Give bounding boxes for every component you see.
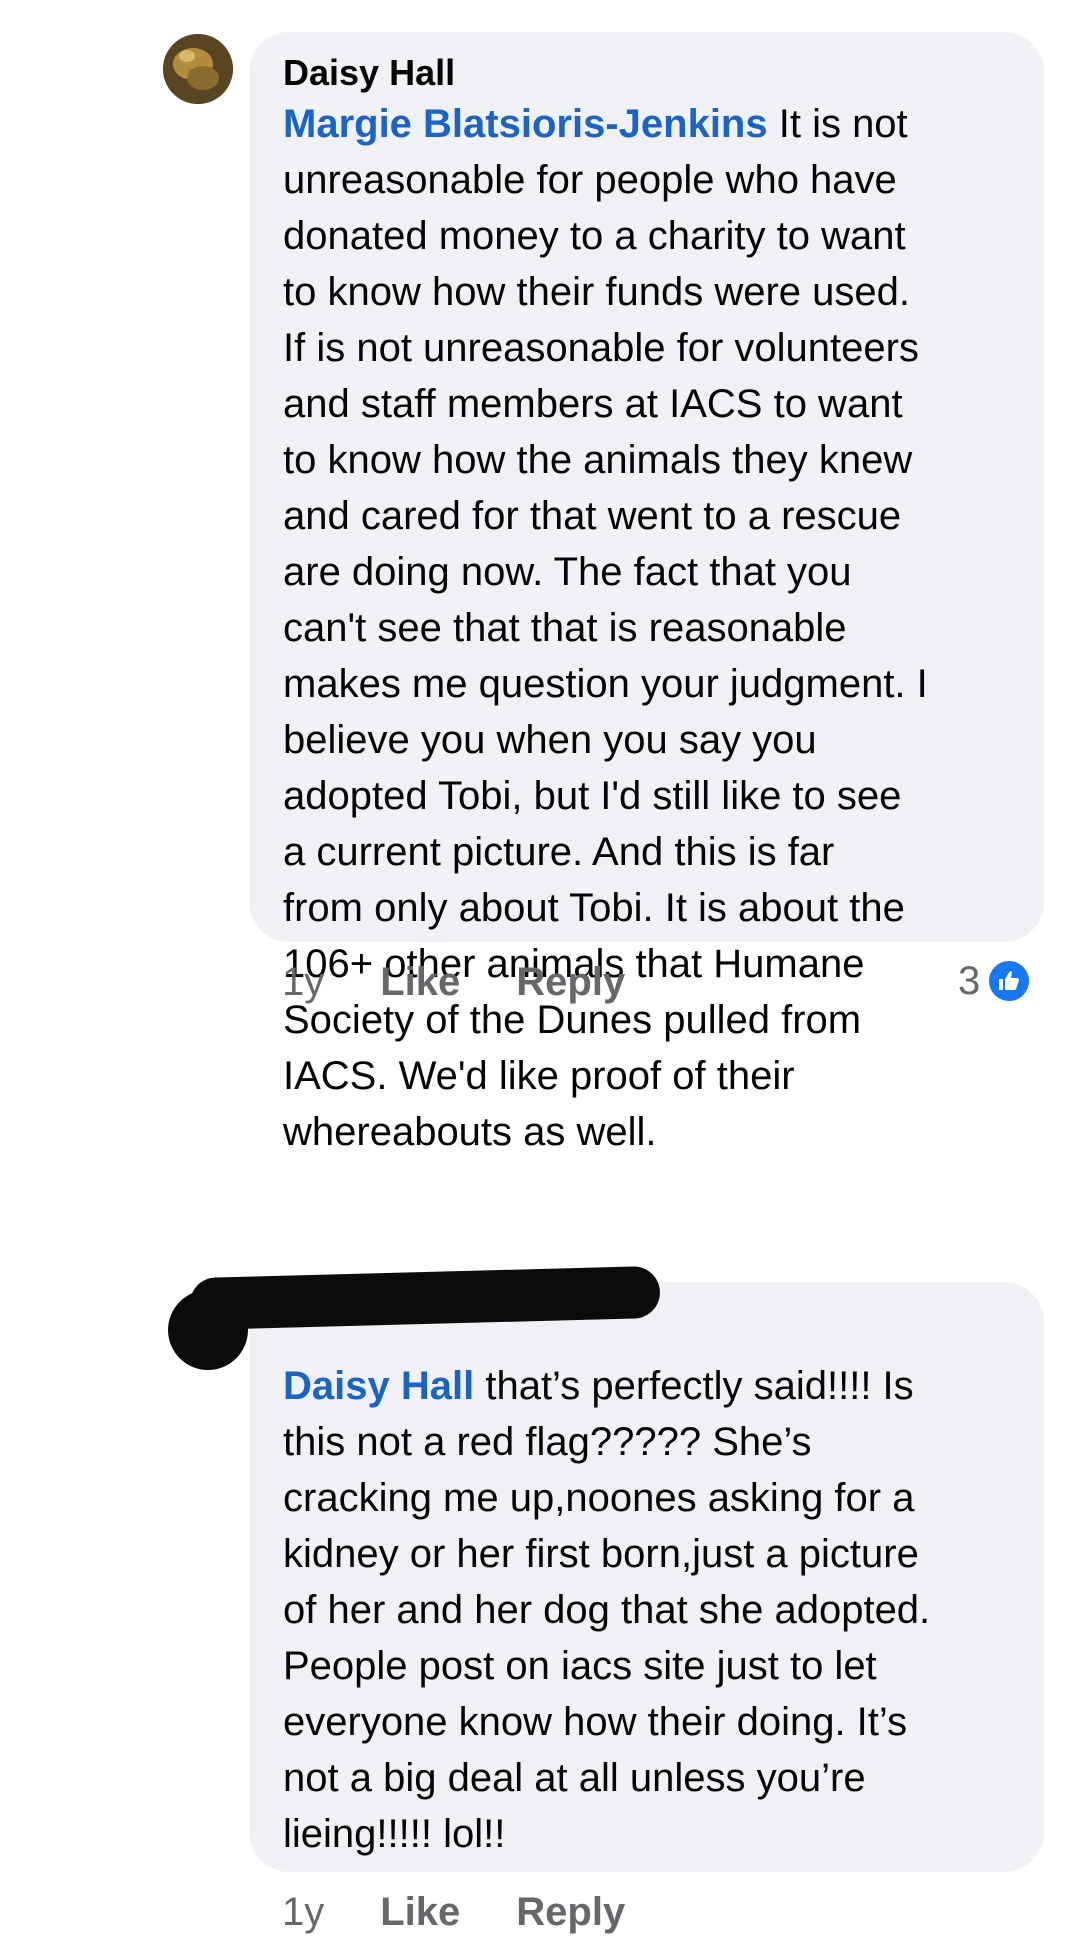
comment-bubble: Daisy Hall Margie Blatsioris-Jenkins It … — [249, 32, 1044, 1154]
mention-link[interactable]: Daisy Hall — [283, 1364, 474, 1408]
comment-timestamp[interactable]: 1y — [282, 1890, 324, 1935]
avatar-image — [163, 34, 233, 104]
comment-timestamp[interactable]: 1y — [282, 960, 324, 1005]
thumbs-up-glyph — [999, 971, 1020, 990]
reaction-summary[interactable]: 3 — [958, 958, 1033, 1004]
avatar[interactable] — [163, 34, 233, 104]
thumbs-up-icon — [986, 958, 1033, 1004]
comment-text: Daisy Hall that’s perfectly said!!!! Is … — [283, 1358, 1014, 1862]
comment-actions: 1y Like Reply — [282, 1890, 625, 1935]
comment-bubble: Daisy Hall that’s perfectly said!!!! Is … — [249, 1282, 1044, 1872]
reaction-count: 3 — [958, 958, 981, 1003]
like-button[interactable]: Like — [380, 1890, 460, 1935]
reply-button[interactable]: Reply — [516, 1890, 625, 1935]
like-button[interactable]: Like — [380, 960, 460, 1005]
comment-actions: 1y Like Reply — [282, 960, 625, 1005]
reply-button[interactable]: Reply — [516, 960, 625, 1005]
comment-author[interactable]: Daisy Hall — [283, 50, 1014, 96]
mention-link[interactable]: Margie Blatsioris-Jenkins — [283, 102, 768, 146]
comment-body: that’s perfectly said!!!! Is this not a … — [283, 1364, 931, 1856]
